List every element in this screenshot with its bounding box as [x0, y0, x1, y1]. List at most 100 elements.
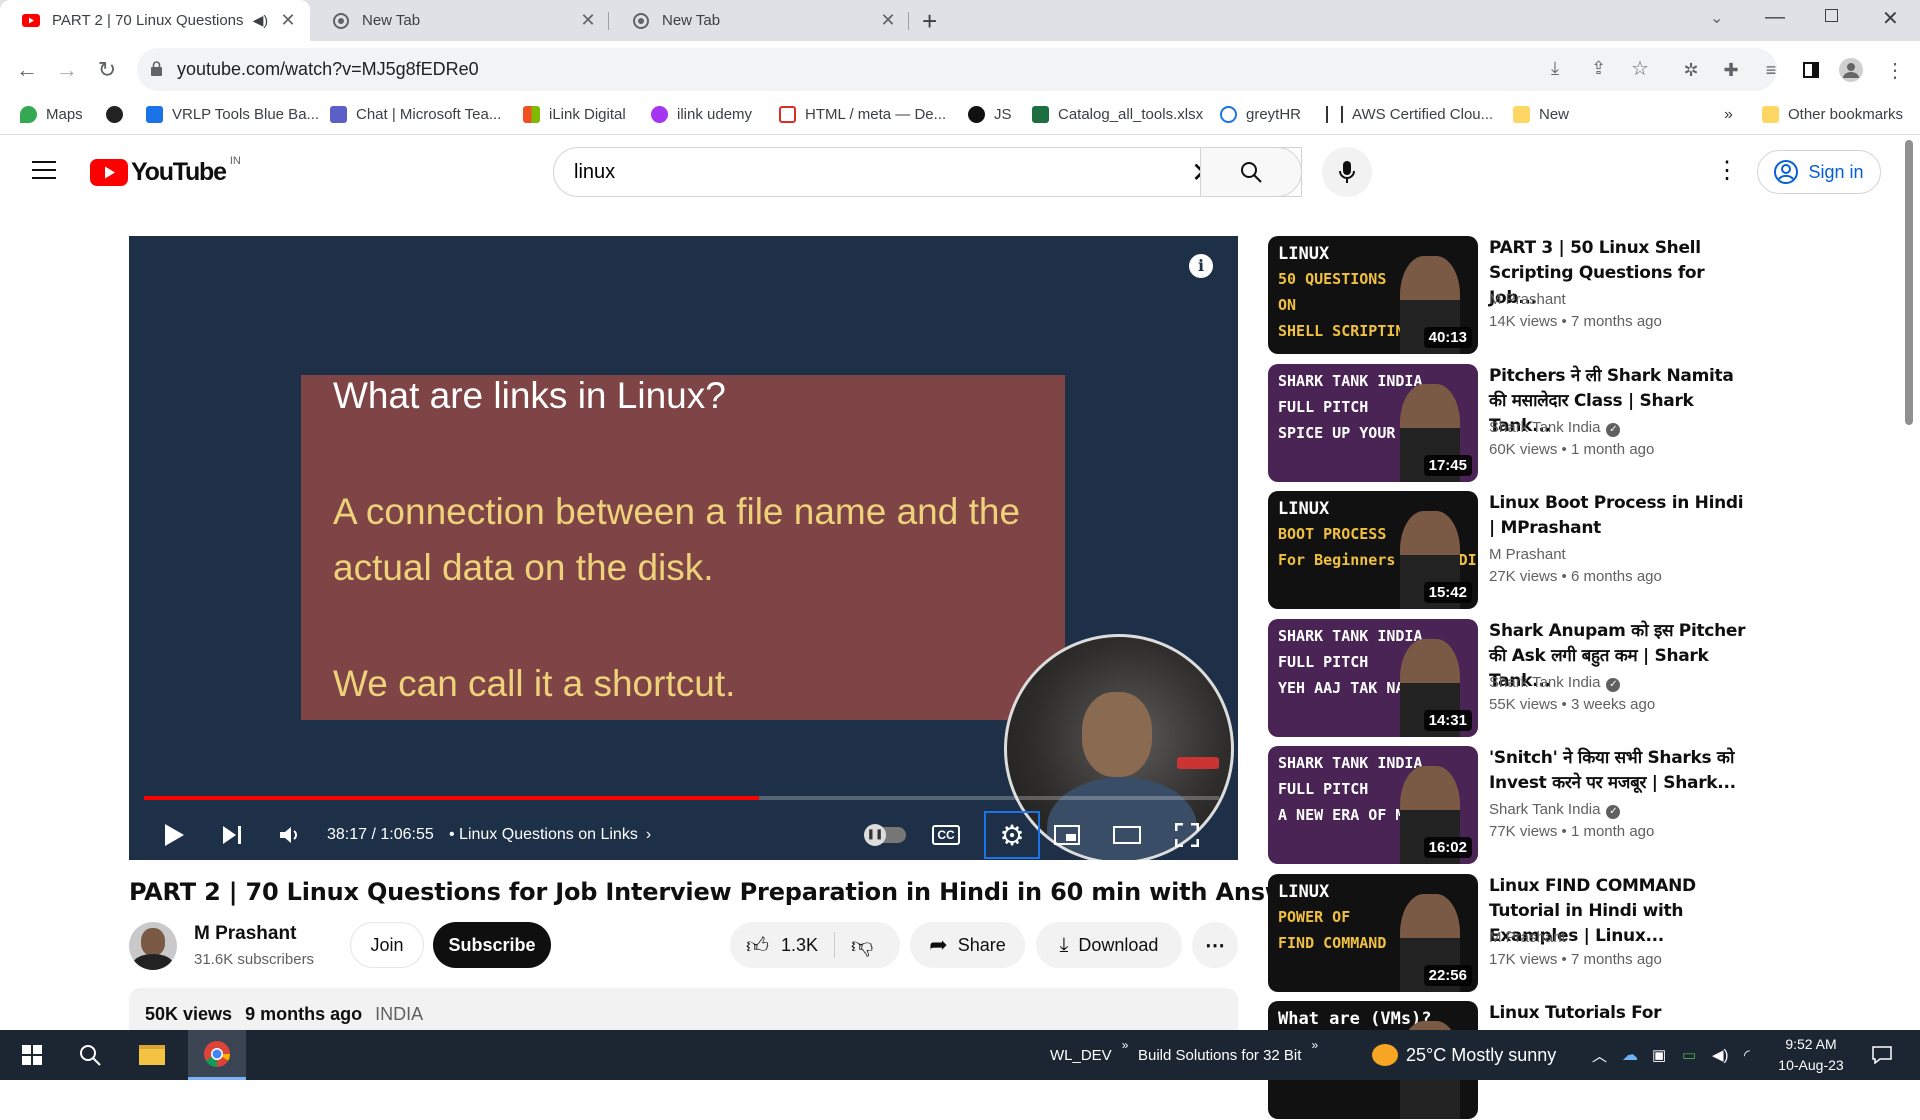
chapter-button[interactable]: • Linux Questions on Links › [449, 811, 651, 859]
bookmark-aws[interactable]: AWS Certified Clou... [1326, 106, 1493, 123]
like-button[interactable]: 👍︎ 1.3K [746, 932, 818, 959]
bookmark-globe[interactable] [106, 106, 132, 123]
recommended-channel[interactable]: Shark Tank India ✓ [1489, 801, 1621, 819]
scrollbar[interactable] [1905, 140, 1913, 425]
extension-bug-icon[interactable]: ✲ [1676, 55, 1706, 85]
start-button[interactable] [12, 1030, 52, 1080]
close-window-icon[interactable]: ✕ [1882, 6, 1899, 31]
close-tab-icon[interactable]: ✕ [278, 10, 298, 31]
recommended-video[interactable]: SHARK TANK INDIA FULL PITCH A NEW ERA OF M… [1268, 746, 1788, 865]
clock[interactable]: 9:52 AM 10-Aug-23 [1776, 1034, 1846, 1076]
wifi-icon[interactable]: ◜ [1744, 1030, 1750, 1080]
more-bookmarks-icon[interactable]: » [1724, 106, 1733, 124]
device-icon[interactable]: ▣ [1652, 1030, 1666, 1080]
recommended-video[interactable]: LINUX POWER OF FIND COMMAND 22:56 Linux FIND… [1268, 874, 1788, 993]
recommended-title[interactable]: 'Snitch' ने किया सभी Sharks को Invest कर… [1489, 746, 1754, 796]
recommended-video[interactable]: LINUX BOOT PROCESS For Beginners in HINDI 1… [1268, 491, 1788, 610]
share-button[interactable]: ➦ Share [910, 922, 1025, 968]
video-thumbnail[interactable]: SHARK TANK INDIA FULL PITCH YEH AAJ TAK NA… [1268, 619, 1478, 737]
recommended-title[interactable]: Linux Boot Process in Hindi | MPrashant [1489, 491, 1754, 541]
autoplay-toggle[interactable]: ❚❚ [864, 811, 908, 859]
video-thumbnail[interactable]: SHARK TANK INDIA FULL PITCH A NEW ERA OF M… [1268, 746, 1478, 864]
video-thumbnail[interactable]: LINUX 50 QUESTIONS ON SHELL SCRIPTING 40:13 [1268, 236, 1478, 354]
info-icon[interactable]: i [1189, 254, 1213, 278]
channel-name[interactable]: M Prashant [194, 923, 296, 945]
weather-widget[interactable]: 25°C Mostly sunny [1372, 1030, 1556, 1080]
chrome-taskbar-button[interactable] [188, 1030, 246, 1080]
wl-dev-toolbar[interactable]: WL_DEV » [1050, 1030, 1128, 1080]
back-icon[interactable]: ← [12, 55, 42, 85]
recommended-channel[interactable]: Shark Tank India ✓ [1489, 674, 1621, 692]
sign-in-button[interactable]: Sign in [1757, 150, 1881, 194]
extensions-puzzle-icon[interactable]: ✚ [1716, 55, 1746, 85]
bookmark-greythr[interactable]: greytHR [1220, 106, 1301, 123]
battery-icon[interactable]: ▭ [1682, 1030, 1696, 1080]
video-thumbnail[interactable]: LINUX POWER OF FIND COMMAND 22:56 [1268, 874, 1478, 992]
recommended-channel[interactable]: M Prashant [1489, 929, 1566, 946]
search-button[interactable] [1200, 147, 1302, 197]
bookmark-folder-new[interactable]: New [1513, 106, 1569, 123]
fullscreen-button[interactable] [1165, 811, 1209, 859]
more-actions-button[interactable]: ⋯ [1192, 922, 1238, 968]
tab-new-2[interactable]: New Tab ✕ [610, 0, 910, 41]
search-input[interactable] [574, 160, 1174, 184]
bookmark-ilink[interactable]: iLink Digital [523, 106, 626, 123]
description-box[interactable]: 50K views 9 months ago INDIA [129, 988, 1238, 1032]
speaker-icon[interactable]: ◀) [1712, 1030, 1729, 1080]
share-page-icon[interactable]: ⇪ [1591, 58, 1606, 79]
youtube-logo[interactable]: YouTube IN [90, 155, 241, 187]
forward-icon[interactable]: → [52, 55, 82, 85]
captions-button[interactable]: CC [924, 811, 968, 859]
progress-bar[interactable] [144, 796, 1219, 800]
video-thumbnail[interactable]: SHARK TANK INDIA FULL PITCH SPICE UP YOUR 1… [1268, 364, 1478, 482]
recommended-video[interactable]: LINUX 50 QUESTIONS ON SHELL SCRIPTING 40:13 P… [1268, 236, 1788, 355]
bookmark-catalog[interactable]: Catalog_all_tools.xlsx [1032, 106, 1203, 123]
voice-search-button[interactable] [1322, 147, 1372, 197]
recommended-channel[interactable]: M Prashant [1489, 546, 1566, 563]
recommended-channel[interactable]: Shark Tank India ✓ [1489, 419, 1621, 437]
recommended-channel[interactable]: M Prashant [1489, 291, 1566, 308]
browser-menu-icon[interactable]: ⋮ [1880, 55, 1910, 85]
audio-icon[interactable]: ◀) [253, 12, 268, 29]
country-tag[interactable]: INDIA [375, 1004, 423, 1024]
reload-icon[interactable]: ↻ [92, 55, 122, 85]
minimize-icon[interactable]: — [1765, 6, 1785, 29]
media-queue-icon[interactable]: ≡ [1756, 55, 1786, 85]
theater-mode-button[interactable] [1105, 811, 1149, 859]
settings-more-icon[interactable]: ⋮ [1715, 156, 1739, 185]
video-thumbnail[interactable]: LINUX BOOT PROCESS For Beginners in HINDI 1… [1268, 491, 1478, 609]
bookmark-js[interactable]: JS [968, 106, 1012, 123]
tab-search-icon[interactable]: ⌄ [1710, 8, 1723, 28]
bookmark-teams[interactable]: Chat | Microsoft Tea... [330, 106, 501, 123]
install-app-icon[interactable]: ⤓ [1551, 58, 1559, 79]
file-explorer-button[interactable] [132, 1030, 172, 1080]
bookmark-html-meta[interactable]: HTML / meta — De... [779, 106, 946, 123]
show-hidden-icons-icon[interactable]: ︿ [1592, 1030, 1607, 1080]
bookmark-maps[interactable]: Maps [20, 106, 83, 123]
lock-icon[interactable] [151, 61, 162, 76]
bookmark-star-icon[interactable]: ☆ [1631, 56, 1649, 81]
build-solutions-toolbar[interactable]: Build Solutions for 32 Bit » [1138, 1030, 1318, 1080]
join-button[interactable]: Join [350, 922, 424, 968]
address-bar[interactable]: youtube.com/watch?v=MJ5g8fEDRe0 ⤓ ⇪ ☆ [137, 48, 1777, 91]
onedrive-icon[interactable]: ☁ [1622, 1030, 1638, 1080]
bookmark-udemy[interactable]: ilink udemy [651, 106, 752, 123]
recommended-video[interactable]: SHARK TANK INDIA FULL PITCH SPICE UP YOUR 1… [1268, 364, 1788, 483]
download-button[interactable]: ⤓ Download [1036, 922, 1182, 968]
channel-avatar[interactable] [129, 922, 177, 970]
subscribe-button[interactable]: Subscribe [433, 922, 551, 968]
close-tab-icon[interactable]: ✕ [878, 10, 898, 31]
volume-button[interactable] [267, 811, 313, 859]
video-player[interactable]: i What are links in Linux? A connection … [129, 236, 1238, 860]
recommended-video[interactable]: SHARK TANK INDIA FULL PITCH YEH AAJ TAK NA… [1268, 619, 1788, 738]
next-button[interactable] [209, 811, 255, 859]
dislike-button[interactable]: 👎︎ [851, 932, 873, 959]
search-box[interactable]: ✕ [553, 147, 1302, 197]
bookmark-vrlp[interactable]: VRLP Tools Blue Ba... [146, 106, 319, 123]
settings-button[interactable]: ⚙ [984, 811, 1040, 859]
miniplayer-button[interactable] [1045, 811, 1089, 859]
close-tab-icon[interactable]: ✕ [578, 10, 598, 31]
maximize-icon[interactable] [1825, 9, 1838, 22]
play-button[interactable] [151, 811, 197, 859]
tab-new-1[interactable]: New Tab ✕ [310, 0, 610, 41]
